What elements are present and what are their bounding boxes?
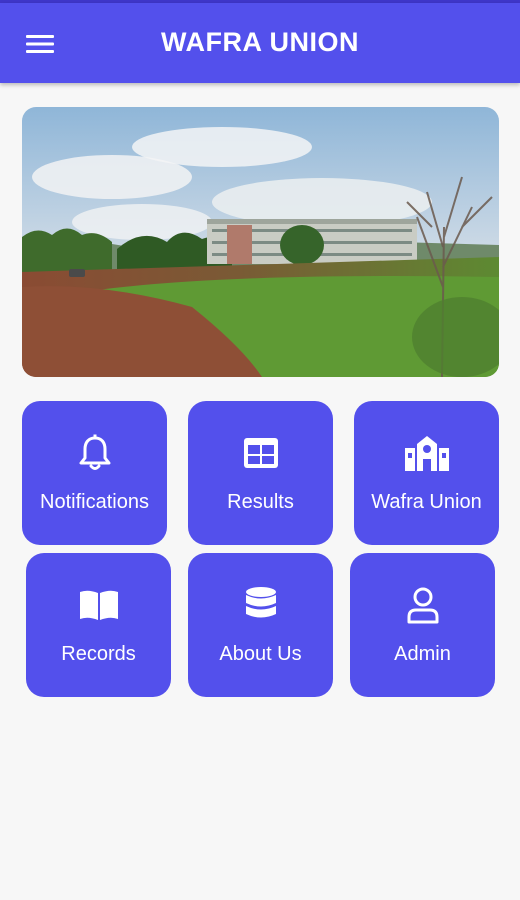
admin-tile[interactable]: Admin [350,553,495,697]
about-us-tile[interactable]: About Us [188,553,333,697]
school-building-icon [404,436,449,471]
open-book-icon [79,590,118,620]
database-icon [245,587,276,618]
hero-image [22,107,499,377]
wafra-union-label: Wafra Union [371,491,482,513]
notifications-tile[interactable]: Notifications [22,401,167,545]
notifications-label: Notifications [40,491,149,513]
app-bar: WAFRA UNION [0,3,520,83]
admin-label: Admin [394,643,451,665]
about-us-label: About Us [219,643,302,665]
results-label: Results [227,491,294,513]
app-title: WAFRA UNION [161,27,359,57]
records-label: Records [61,643,136,665]
table-grid-icon [243,438,278,468]
results-tile[interactable]: Results [188,401,333,545]
user-icon [407,587,438,624]
wafra-union-tile[interactable]: Wafra Union [354,401,499,545]
records-tile[interactable]: Records [26,553,171,697]
campus-building-photo [22,107,499,377]
bell-icon [79,434,110,470]
